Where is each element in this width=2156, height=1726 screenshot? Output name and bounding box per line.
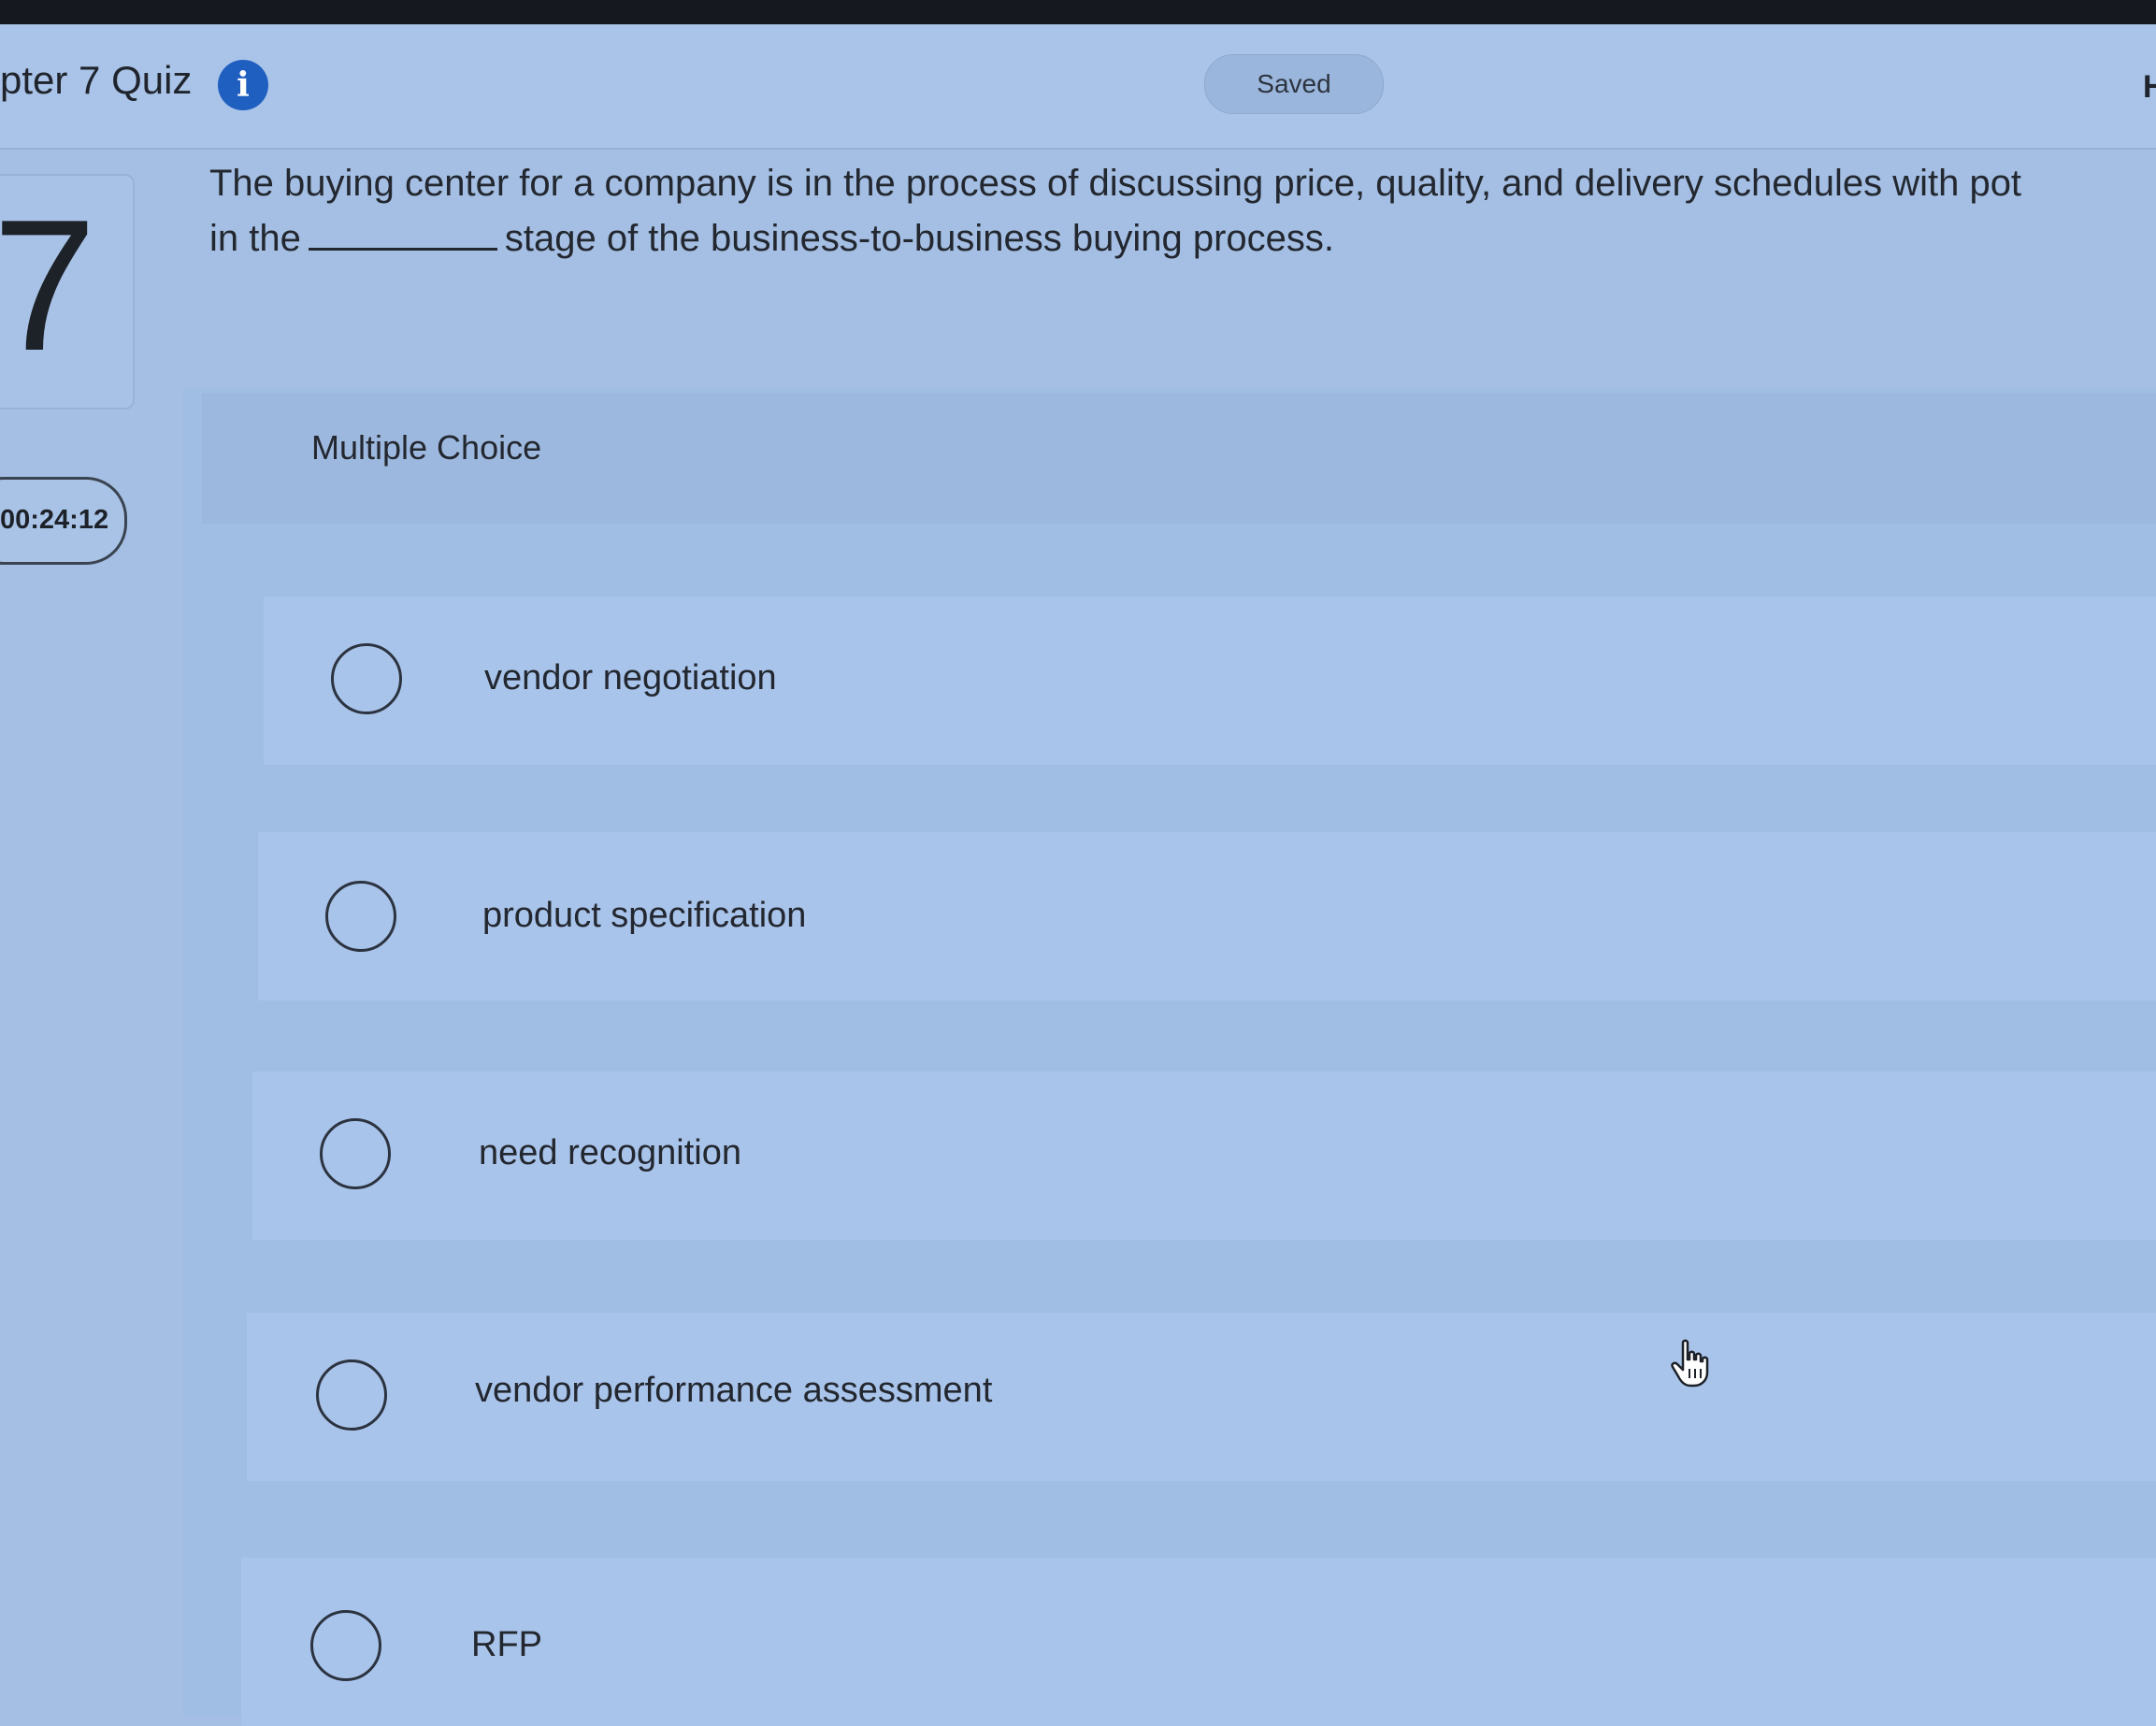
radio-button[interactable] <box>310 1610 381 1681</box>
question-line-2-before: in the <box>209 218 301 259</box>
answer-blank <box>308 210 497 251</box>
question-line-2-after: stage of the business-to-business buying… <box>504 218 1335 259</box>
saved-status-badge: Saved <box>1204 54 1384 114</box>
answer-option-rfp[interactable]: RFP <box>241 1558 2156 1726</box>
answer-option-vendor-negotiation[interactable]: vendor negotiation <box>264 597 2156 765</box>
answer-option-label: vendor negotiation <box>484 658 777 698</box>
radio-button[interactable] <box>331 643 402 714</box>
answer-option-label: RFP <box>471 1625 542 1664</box>
question-line-2: in the stage of the business-to-business … <box>209 210 2156 266</box>
quiz-title: pter 7 Quiz <box>0 58 193 102</box>
question-number: 7 <box>0 181 97 390</box>
answer-option-product-specification[interactable]: product specification <box>258 832 2156 1000</box>
info-icon[interactable]: i <box>218 60 268 110</box>
answer-panel <box>183 389 2156 1717</box>
answer-option-label: product specification <box>482 896 807 935</box>
hand-cursor-icon <box>1671 1339 1709 1388</box>
question-line-1: The buying center for a company is in th… <box>209 163 2022 204</box>
header-edge-text: H <box>2143 69 2156 105</box>
radio-button[interactable] <box>320 1118 391 1189</box>
answer-option-label: need recognition <box>479 1133 741 1172</box>
radio-button[interactable] <box>316 1359 387 1431</box>
answer-option-vendor-performance-assessment[interactable]: vendor performance assessment <box>247 1313 2156 1481</box>
answer-option-need-recognition[interactable]: need recognition <box>252 1072 2156 1240</box>
quiz-header <box>0 24 2156 150</box>
radio-button[interactable] <box>325 881 396 952</box>
question-type-label: Multiple Choice <box>311 428 542 467</box>
screen-bezel <box>0 0 2156 24</box>
timer-text: 00:24:12 <box>0 505 109 535</box>
question-text: The buying center for a company is in th… <box>209 157 2156 266</box>
answer-option-label: vendor performance assessment <box>475 1371 993 1410</box>
